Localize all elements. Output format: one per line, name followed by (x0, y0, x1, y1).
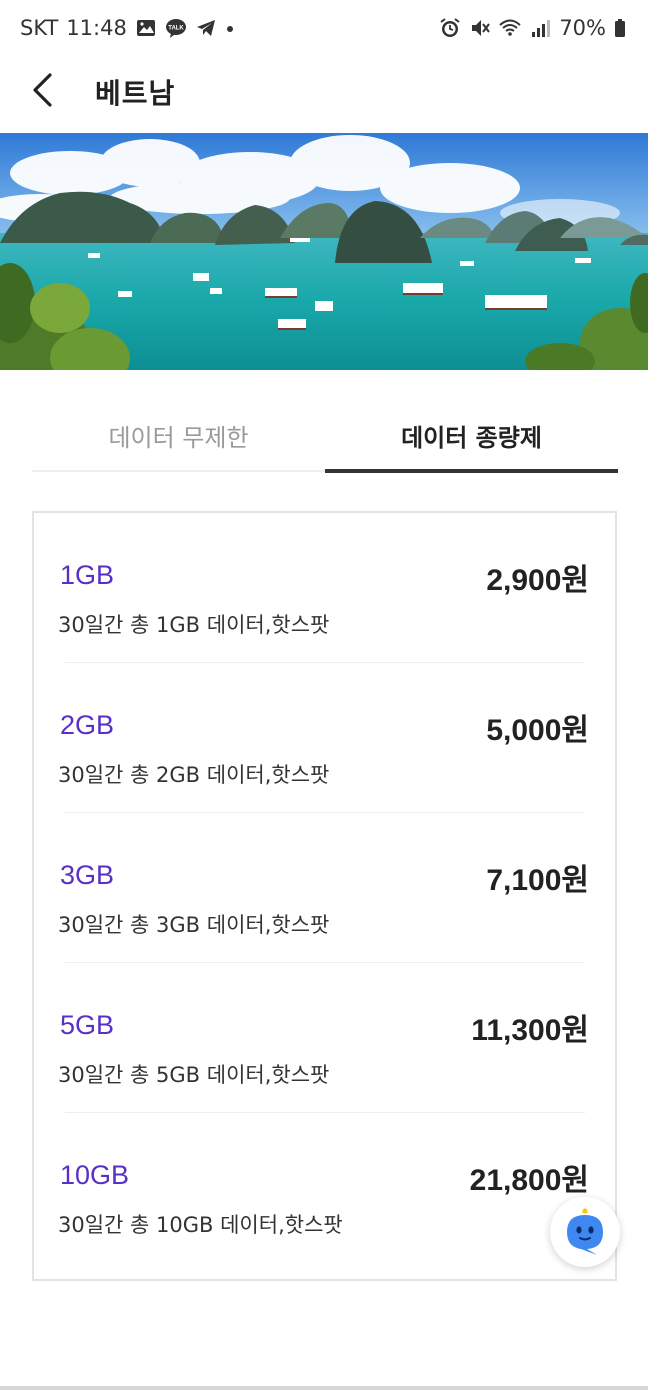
tab-volume-data[interactable]: 데이터 종량제 (325, 400, 618, 474)
page-title: 베트남 (95, 77, 176, 110)
plan-price: 7,100원 (486, 864, 589, 897)
halong-bay-banner (0, 133, 648, 370)
chevron-left-icon (33, 73, 52, 107)
app-header: 베트남 (0, 60, 648, 133)
plan-price: 5,000원 (486, 714, 589, 747)
plan-list: 1GB 30일간 총 1GB 데이터,핫스팟 2,900원 2GB 30일간 총… (32, 511, 617, 1281)
tab-label: 데이터 무제한 (108, 424, 249, 452)
gallery-icon (136, 20, 155, 36)
plan-item-5gb[interactable]: 5GB 30일간 총 5GB 데이터,핫스팟 11,300원 (34, 963, 615, 1113)
chatbot-button[interactable] (550, 1197, 620, 1267)
plan-name: 10GB (60, 1160, 130, 1190)
notification-dot-icon (226, 26, 233, 32)
tab-active-indicator (325, 469, 618, 473)
plan-price: 2,900원 (486, 564, 589, 597)
chatbot-icon (567, 1208, 603, 1255)
carrier: SKT (20, 16, 59, 40)
hero-banner (0, 133, 648, 370)
plan-description: 30일간 총 5GB 데이터,핫스팟 (58, 1063, 330, 1087)
svg-text:TALK: TALK (168, 26, 184, 32)
tab-unlimited-data[interactable]: 데이터 무제한 (32, 400, 325, 474)
plan-item-2gb[interactable]: 2GB 30일간 총 2GB 데이터,핫스팟 5,000원 (34, 663, 615, 813)
plan-type-tabs: 데이터 무제한 데이터 종량제 (32, 400, 618, 474)
plan-name: 1GB (60, 560, 115, 590)
kakaotalk-icon: TALK (165, 19, 186, 38)
plan-description: 30일간 총 3GB 데이터,핫스팟 (58, 913, 330, 937)
plan-name: 5GB (60, 1010, 115, 1040)
back-button[interactable] (20, 68, 64, 112)
plan-item-3gb[interactable]: 3GB 30일간 총 3GB 데이터,핫스팟 7,100원 (34, 813, 615, 963)
telegram-icon (196, 20, 215, 36)
battery-percent: 70% (559, 16, 606, 40)
plan-description: 30일간 총 10GB 데이터,핫스팟 (58, 1213, 343, 1237)
plan-name: 2GB (60, 710, 115, 740)
clock: 11:48 (66, 16, 127, 40)
plan-name: 3GB (60, 860, 115, 890)
plan-price: 11,300원 (471, 1014, 589, 1047)
alarm-icon (440, 18, 460, 37)
plan-description: 30일간 총 1GB 데이터,핫스팟 (58, 613, 330, 637)
battery-icon (615, 19, 625, 37)
bottom-edge (0, 1386, 648, 1390)
wifi-icon (499, 19, 521, 36)
status-bar: SKT 11:48 TALK 70% (0, 0, 648, 60)
plan-item-10gb[interactable]: 10GB 30일간 총 10GB 데이터,핫스팟 21,800원 (34, 1113, 615, 1263)
status-bar-right: 70% (439, 16, 626, 40)
status-bar-left: SKT 11:48 TALK (20, 16, 235, 40)
plan-item-1gb[interactable]: 1GB 30일간 총 1GB 데이터,핫스팟 2,900원 (34, 513, 615, 663)
mute-icon (472, 20, 491, 36)
signal-icon (532, 20, 551, 37)
plan-price: 21,800원 (469, 1164, 589, 1197)
tab-label: 데이터 종량제 (401, 424, 542, 452)
plan-description: 30일간 총 2GB 데이터,핫스팟 (58, 763, 330, 787)
